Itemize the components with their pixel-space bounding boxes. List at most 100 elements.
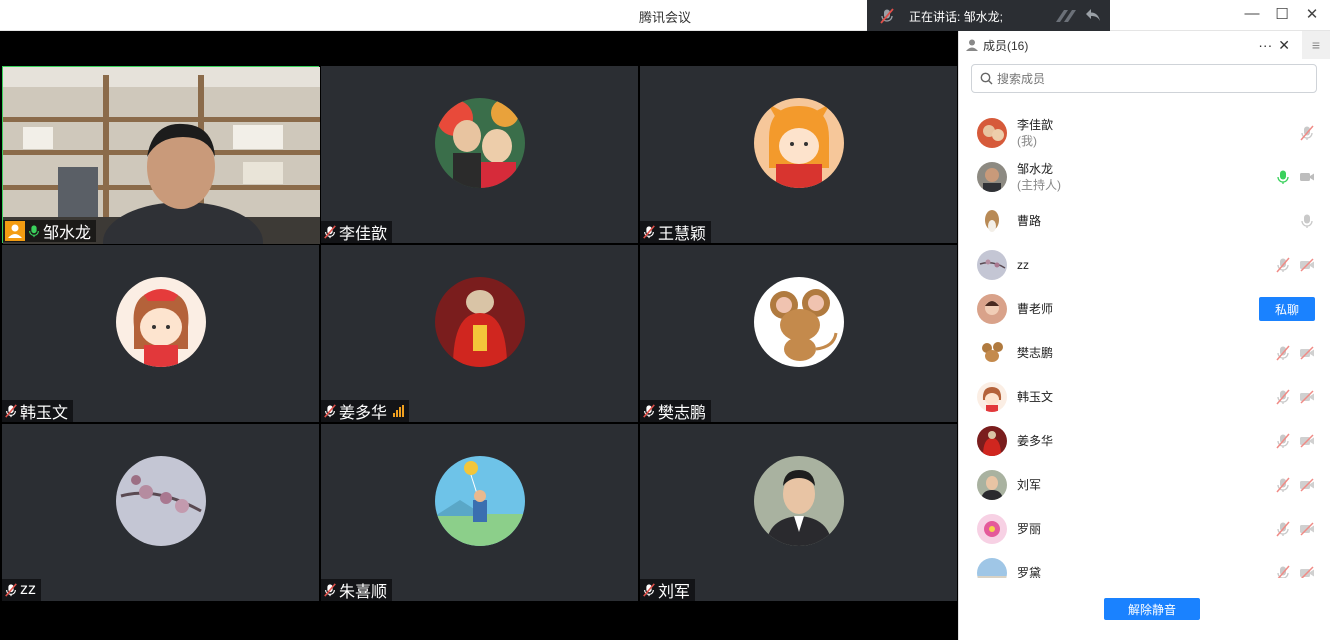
member-name-block: 姜多华 — [1017, 433, 1053, 449]
member-status-icons — [1275, 521, 1315, 537]
member-status-icons — [1275, 345, 1315, 361]
list-item[interactable]: 刘军 — [959, 463, 1330, 507]
tile-name-bar: zz — [2, 579, 41, 601]
member-name: 邹水龙 — [1017, 162, 1054, 176]
member-status-icons — [1275, 477, 1315, 493]
mic-off-icon[interactable] — [1275, 389, 1291, 405]
mic-off-icon[interactable] — [1275, 565, 1291, 578]
tile-name: 王慧颖 — [658, 226, 707, 243]
close-button[interactable]: ✕ — [1300, 5, 1324, 23]
member-role: (主持人) — [1017, 178, 1061, 192]
camera-off-icon[interactable] — [1299, 345, 1315, 361]
member-name-block: 曹路 — [1017, 213, 1041, 229]
camera-off-icon[interactable] — [1299, 521, 1315, 537]
private-chat-button[interactable]: 私聊 — [1259, 297, 1315, 321]
video-tile[interactable]: 韩玉文 — [2, 245, 319, 422]
return-icon[interactable] — [1084, 6, 1102, 24]
member-name: 樊志鹏 — [1017, 346, 1054, 360]
host-video-feed — [3, 67, 320, 282]
mic-off-icon[interactable] — [1275, 345, 1291, 361]
avatar — [977, 118, 1007, 148]
window-title: 腾讯会议 — [638, 10, 691, 25]
avatar — [977, 206, 1007, 236]
mic-icon[interactable] — [1299, 213, 1315, 229]
member-status-icons — [1275, 389, 1315, 405]
camera-off-icon[interactable] — [1299, 433, 1315, 449]
list-item[interactable]: 姜多华 — [959, 419, 1330, 463]
member-name: 李佳歆 — [1017, 118, 1054, 132]
tile-name-bar: 姜多华 — [321, 400, 410, 422]
camera-icon[interactable] — [1299, 169, 1315, 185]
list-item[interactable]: 罗黛 — [959, 551, 1330, 578]
maximize-button[interactable]: ☐ — [1270, 5, 1294, 23]
close-panel-button[interactable]: ✕ — [1278, 37, 1290, 54]
mic-off-icon[interactable] — [1275, 521, 1291, 537]
list-item[interactable]: 李佳歆 (我) — [959, 111, 1330, 155]
speaking-label: 正在讲话: 邹水龙; — [909, 9, 1004, 24]
video-tile[interactable]: 刘军 — [640, 424, 957, 601]
list-item[interactable]: 邹水龙 (主持人) — [959, 155, 1330, 199]
member-panel: 成员(16) ··· ✕ ≡ 李佳歆 (我) — [958, 31, 1330, 640]
title-bar: 腾讯会议 正在讲话: 邹水龙; — ☐ ✕ — [0, 0, 1330, 32]
speaking-controls[interactable] — [1052, 6, 1102, 26]
list-item[interactable]: 曹老师 私聊 — [959, 287, 1330, 331]
unmute-button[interactable]: 解除静音 — [1104, 598, 1200, 620]
mic-off-icon[interactable] — [1275, 433, 1291, 449]
camera-off-icon[interactable] — [1299, 257, 1315, 273]
tile-name-bar: 刘军 — [640, 579, 696, 601]
tile-name-bar: 王慧颖 — [640, 221, 712, 243]
member-name: 罗丽 — [1017, 522, 1042, 536]
video-tile[interactable]: zz — [2, 424, 319, 601]
mic-off-icon[interactable] — [1299, 125, 1315, 141]
list-item[interactable]: 曹路 — [959, 199, 1330, 243]
tile-name: 邹水龙 — [43, 225, 92, 242]
minimize-button[interactable]: — — [1240, 5, 1264, 22]
list-item[interactable]: 罗丽 — [959, 507, 1330, 551]
avatar — [435, 277, 525, 367]
tile-name: 姜多华 — [339, 405, 388, 422]
video-tile[interactable]: 王慧颖 — [640, 66, 957, 243]
member-role: (我) — [1017, 134, 1037, 148]
video-tile-host[interactable]: 邹水龙 — [2, 66, 320, 282]
avatar — [116, 277, 206, 367]
member-name-block: 罗丽 — [1017, 521, 1041, 537]
member-search[interactable] — [971, 64, 1317, 93]
member-name: 曹老师 — [1017, 302, 1054, 316]
drag-handle-icon[interactable] — [1052, 6, 1080, 26]
video-grid: 邹水龙 李佳歆 王慧颖 韩玉文 姜多华 樊志鹏 zz 朱喜顺 刘军 — [0, 31, 958, 640]
tile-name: 韩玉文 — [20, 405, 69, 422]
member-count: 成员(16) — [983, 38, 1029, 53]
camera-off-icon[interactable] — [1299, 389, 1315, 405]
avatar — [754, 98, 844, 188]
avatar — [435, 456, 525, 546]
mic-active-icon[interactable] — [1275, 169, 1291, 185]
more-options-button[interactable]: ··· — [1258, 37, 1272, 53]
mic-off-icon[interactable] — [1275, 257, 1291, 273]
list-item[interactable]: 韩玉文 — [959, 375, 1330, 419]
list-item[interactable]: zz — [959, 243, 1330, 287]
tile-name-bar: 李佳歆 — [321, 221, 393, 243]
avatar — [977, 162, 1007, 192]
camera-off-icon[interactable] — [1299, 477, 1315, 493]
member-status-icons — [1275, 433, 1315, 449]
video-tile[interactable]: 姜多华 — [321, 245, 638, 422]
video-tile[interactable]: 李佳歆 — [321, 66, 638, 243]
signal-icon — [393, 405, 405, 417]
member-name: 曹路 — [1017, 214, 1042, 228]
search-input[interactable] — [997, 71, 1297, 86]
video-tile[interactable]: 朱喜顺 — [321, 424, 638, 601]
avatar — [754, 277, 844, 367]
member-name-block: 李佳歆 (我) — [1017, 117, 1053, 149]
tile-name-bar: 朱喜顺 — [321, 579, 393, 601]
list-item[interactable]: 樊志鹏 — [959, 331, 1330, 375]
menu-icon[interactable]: ≡ — [1302, 31, 1330, 59]
avatar — [977, 382, 1007, 412]
member-status-icons — [1275, 169, 1315, 185]
video-tile[interactable]: 樊志鹏 — [640, 245, 957, 422]
tile-name-bar: 韩玉文 — [2, 400, 74, 422]
mic-off-icon[interactable] — [1275, 477, 1291, 493]
mic-active-icon — [27, 223, 41, 239]
host-badge-icon — [5, 221, 25, 241]
camera-off-icon[interactable] — [1299, 565, 1315, 578]
avatar — [977, 294, 1007, 324]
